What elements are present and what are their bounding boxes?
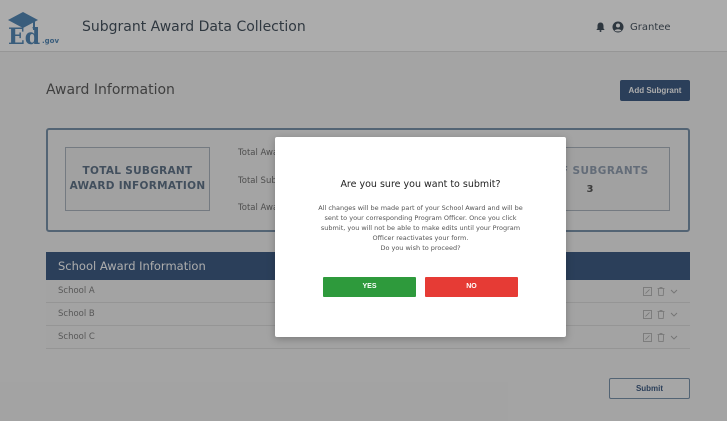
dialog-message-line: submit, you will not be able to make edi… [320, 224, 521, 232]
dialog-message-line: sent to your corresponding Program Offic… [324, 214, 517, 222]
confirm-submit-dialog: Are you sure you want to submit? All cha… [275, 137, 566, 337]
dialog-message-line: Officer reactivates your form. [372, 234, 469, 242]
dialog-message: All changes will be made part of your Sc… [297, 203, 544, 253]
yes-button[interactable]: YES [323, 277, 416, 297]
dialog-title: Are you sure you want to submit? [340, 179, 501, 190]
no-button[interactable]: NO [425, 277, 518, 297]
dialog-message-line: Do you wish to proceed? [380, 244, 461, 252]
dialog-message-line: All changes will be made part of your Sc… [318, 204, 523, 212]
